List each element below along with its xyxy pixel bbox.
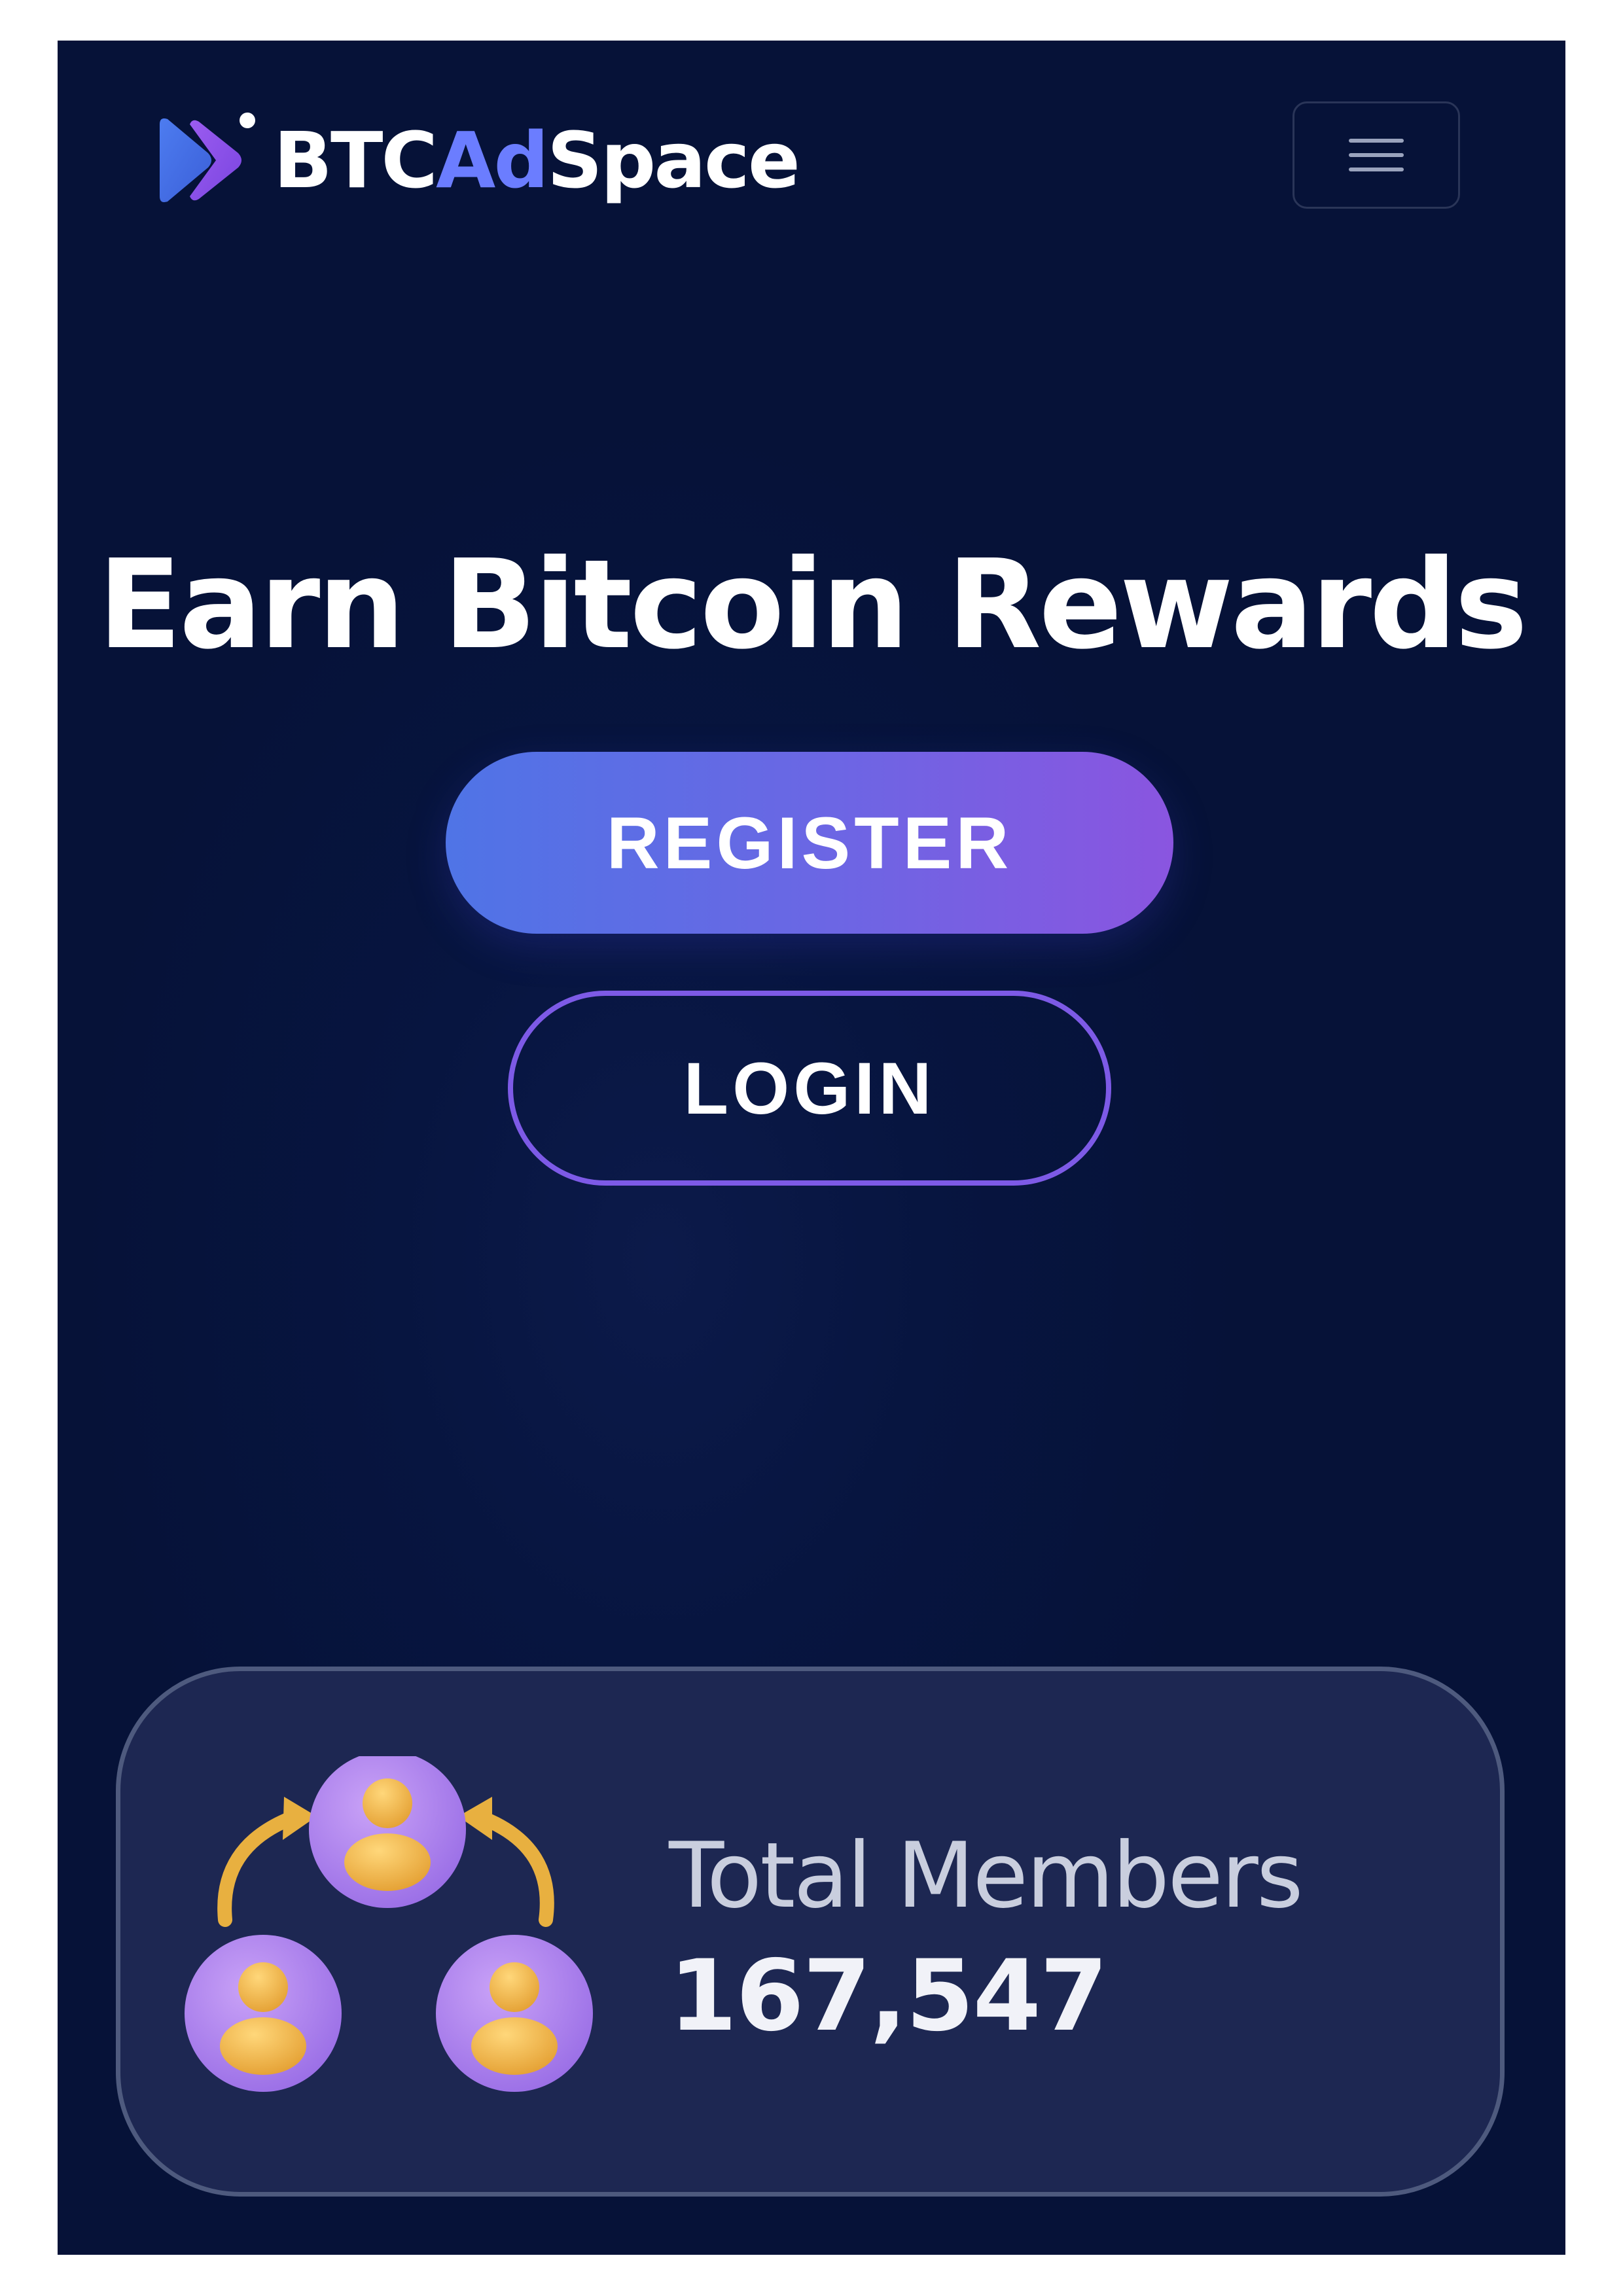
brand-name-part1: BTC — [274, 115, 438, 205]
total-members-card: Total Members 167,547 — [116, 1667, 1505, 2197]
hero-title: Earn Bitcoin Rewards — [98, 533, 1527, 677]
register-button[interactable]: REGISTER — [446, 752, 1173, 934]
total-members-value: 167,547 — [669, 1939, 1108, 2053]
hamburger-menu-icon — [1349, 128, 1404, 182]
brand-name-accent: Ad — [436, 115, 549, 205]
login-button[interactable]: LOGIN — [508, 991, 1111, 1186]
brand-logo[interactable]: BTCAdSpace — [157, 111, 800, 209]
brand-name: BTCAdSpace — [274, 122, 800, 199]
total-members-label: Total Members — [669, 1823, 1304, 1928]
app-screen: BTCAdSpace Earn Bitcoin Rewards REGISTER… — [58, 41, 1565, 2255]
members-referral-icon — [179, 1751, 598, 2110]
brand-name-part2: Space — [546, 115, 800, 205]
chevron-forward-logo-icon — [157, 111, 259, 209]
menu-toggle-button[interactable] — [1293, 101, 1460, 209]
